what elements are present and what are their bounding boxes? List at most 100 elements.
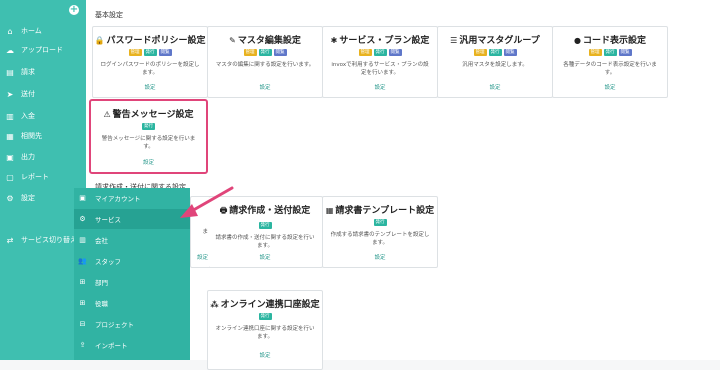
- dropdown-item-project[interactable]: ⊟ プロジェクト: [74, 314, 190, 334]
- dropdown-item-label: マイアカウント: [95, 195, 141, 203]
- sidebar-item-label: レポート: [21, 173, 49, 181]
- switch-icon: ⇄: [6, 235, 14, 245]
- card-settings-link[interactable]: 設定: [93, 83, 207, 91]
- badge-admin: 管理: [128, 49, 142, 56]
- card-general-master-group: ☰ 汎用マスタグループ 管理 発行 閲覧 汎用マスタを設定します。 設定: [437, 26, 553, 98]
- circle-icon: ●: [574, 36, 581, 45]
- dropdown-item-label: サービス: [95, 216, 121, 224]
- network-icon: ⁂: [210, 300, 219, 309]
- dropdown-item-label: プロジェクト: [95, 321, 134, 329]
- sidebar-item-report[interactable]: ▢ レポート: [0, 168, 86, 186]
- grid-icon: ▦: [325, 206, 334, 215]
- badge-view: 閲覧: [618, 49, 632, 56]
- card-settings-link[interactable]: 設定: [323, 253, 437, 261]
- sidebar-item-partners[interactable]: ▦ 相関先: [0, 127, 86, 145]
- building-icon: ▦: [6, 131, 14, 141]
- dropdown-item-label: 役職: [95, 300, 108, 308]
- card-settings-link[interactable]: 設定: [323, 83, 437, 91]
- document-icon: ▤: [6, 67, 14, 77]
- card-settings-link[interactable]: 設定: [208, 351, 322, 359]
- card-settings-link[interactable]: 設定: [208, 253, 322, 261]
- card-title: パスワードポリシー設定: [106, 36, 206, 46]
- dropdown-item-label: スタッフ: [95, 258, 121, 266]
- home-icon: ⌂: [7, 26, 13, 36]
- card-settings-link[interactable]: 設定: [91, 158, 206, 166]
- sidebar-item-label: サービス切り替え: [21, 236, 77, 244]
- sidebar-item-payment[interactable]: ▥ 入金: [0, 107, 86, 125]
- card-settings-link[interactable]: 設定: [438, 83, 552, 91]
- org-chart-icon: ⊞: [79, 299, 86, 307]
- badge-admin: 管理: [588, 49, 602, 56]
- card-description: オンライン連携口座に関する設定を行います。: [215, 326, 315, 340]
- card-settings-link[interactable]: 設定: [208, 83, 322, 91]
- sidebar-item-label: 請求: [21, 68, 35, 76]
- dropdown-item-position[interactable]: ⊞ 役職: [74, 293, 190, 313]
- dropdown-item-label: 会社: [95, 237, 108, 245]
- card-title: 警告メッセージ設定: [112, 110, 194, 120]
- dropdown-item-company[interactable]: ▥ 会社: [74, 230, 190, 250]
- users-icon: 👥: [78, 257, 87, 265]
- badge-send: 発行: [373, 219, 387, 226]
- card-description: 請求書の作成・送付に関する設定を行います。: [215, 235, 315, 249]
- dropdown-item-import[interactable]: ⇪ インポート: [74, 335, 190, 355]
- dropdown-item-department[interactable]: ⊞ 部門: [74, 272, 190, 292]
- card-settings-link[interactable]: 設定: [197, 253, 208, 261]
- send-icon: ➤: [6, 89, 14, 99]
- dropdown-item-label: インポート: [95, 342, 128, 350]
- sidebar-item-invoice[interactable]: ▤ 請求: [0, 63, 86, 81]
- gear-icon: ⚙: [6, 193, 14, 203]
- card-service-plan: ✱ サービス・プラン設定 管理 発行 閲覧 invoxで利用するサービス・プランの設定…: [322, 26, 438, 98]
- cloud-upload-icon: ☁: [6, 45, 14, 55]
- badge-admin: 管理: [243, 49, 257, 56]
- section-title-basic: 基本設定: [95, 11, 123, 19]
- card-settings-link[interactable]: 設定: [553, 83, 667, 91]
- card-description: 各種データのコード表示設定を行います。: [563, 62, 657, 76]
- card-title: 請求作成・送付設定: [229, 206, 311, 216]
- badge-view: 閲覧: [273, 49, 287, 56]
- report-icon: ▢: [6, 172, 14, 182]
- arrow-head: [180, 204, 198, 218]
- badge-send: 発行: [603, 49, 617, 56]
- card-title: 汎用マスタグループ: [459, 36, 540, 46]
- badge-view: 閲覧: [503, 49, 517, 56]
- sidebar-item-label: アップロード: [21, 46, 63, 54]
- account-icon: ▣: [79, 194, 86, 202]
- sidebar-item-label: 送付: [21, 90, 35, 98]
- sidebar-item-send[interactable]: ➤ 送付: [0, 85, 86, 103]
- sidebar-item-label: ホーム: [21, 27, 42, 35]
- badge-send: 発行: [258, 313, 272, 320]
- card-title: マスタ編集設定: [237, 36, 301, 46]
- badge-send: 発行: [142, 123, 155, 130]
- project-icon: ⊟: [79, 320, 86, 328]
- badge-send: 発行: [143, 49, 157, 56]
- collapse-icon[interactable]: +: [69, 5, 79, 15]
- card-title: コード表示設定: [582, 36, 646, 46]
- sidebar-item-label: 出力: [21, 153, 35, 161]
- sidebar-item-home[interactable]: ⌂ ホーム: [0, 22, 86, 40]
- sidebar-item-label: 設定: [21, 194, 35, 202]
- list-icon: ☰: [450, 36, 458, 45]
- badge-send: 発行: [488, 49, 502, 56]
- card-warning-message: ⚠ 警告メッセージ設定 発行 警告メッセージに関する設定を行います。 設定: [89, 99, 208, 174]
- annotation-arrow: [180, 186, 234, 218]
- sidebar-item-output[interactable]: ▣ 出力: [0, 148, 86, 166]
- card-title: 請求書テンプレート設定: [335, 206, 435, 216]
- badge-send: 発行: [373, 49, 387, 56]
- badge-send: 発行: [258, 222, 272, 229]
- card-master-edit: ✎ マスタ編集設定 管理 発行 閲覧 マスタの編集に関する設定を行います。 設定: [207, 26, 323, 98]
- dropdown-item-staff[interactable]: 👥 スタッフ: [74, 251, 190, 271]
- card-description: マスタの編集に関する設定を行います。: [215, 62, 315, 68]
- building-icon: ▥: [79, 236, 86, 244]
- badge-view: 閲覧: [158, 49, 172, 56]
- card-description: 作成する請求書のテンプレートを設定します。: [330, 232, 430, 246]
- card-password-policy: 🔒 パスワードポリシー設定 管理 発行 閲覧 ログインパスワードのポリシーを設定します…: [92, 26, 208, 98]
- edit-icon: ✎: [229, 36, 236, 45]
- bank-icon: ▥: [6, 111, 14, 121]
- gear-icon: ⚙: [79, 215, 86, 223]
- dropdown-item-label: 部門: [95, 279, 108, 287]
- warning-icon: ⚠: [103, 110, 111, 119]
- sidebar-item-upload[interactable]: ☁ アップロード: [0, 41, 86, 59]
- export-icon: ▣: [6, 152, 14, 162]
- card-title: オンライン連携口座設定: [220, 300, 320, 310]
- star-icon: ✱: [330, 36, 338, 45]
